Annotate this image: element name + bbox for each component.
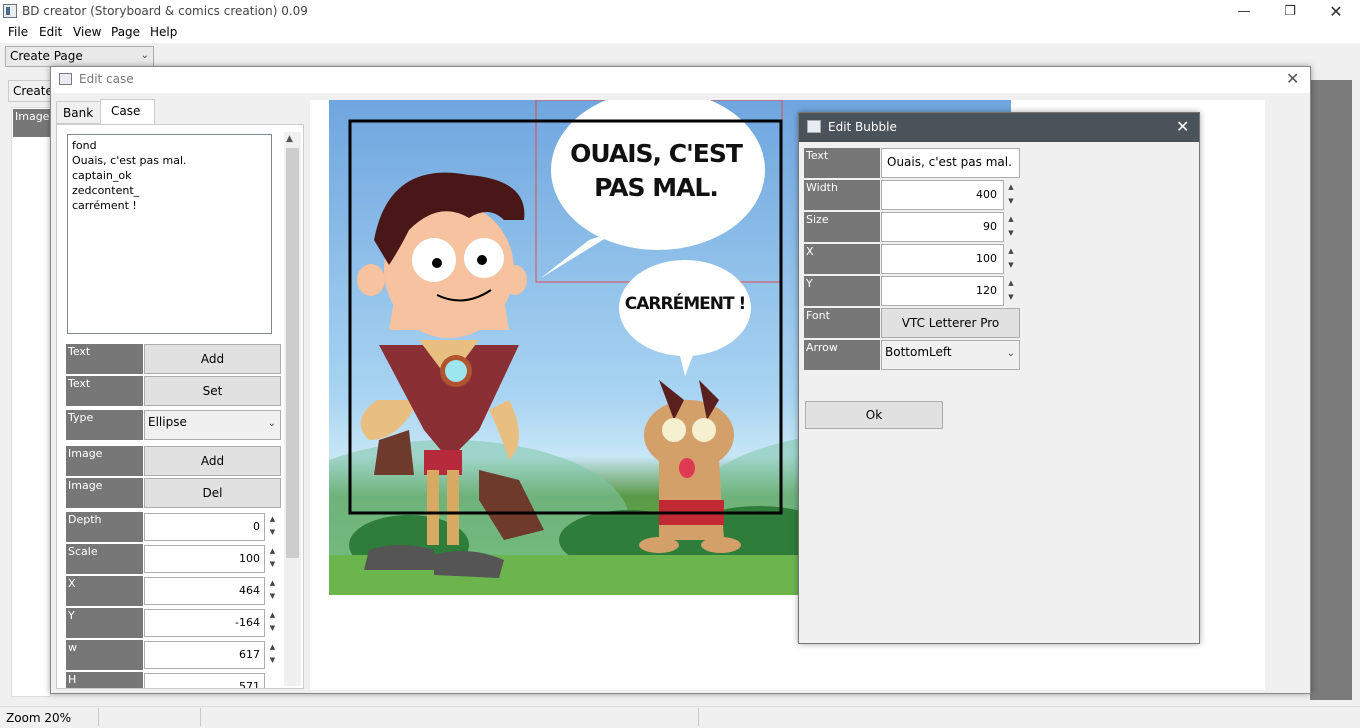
list-item[interactable]: fond [72, 138, 267, 153]
bubble-arrow-label: Arrow [804, 340, 880, 370]
menu-help[interactable]: Help [146, 25, 181, 39]
background-image-label: Image [13, 109, 51, 137]
spin-arrows-icon[interactable]: ▲ ▼ [1004, 212, 1018, 242]
bubble-width-spinbox[interactable]: 400 [881, 180, 1004, 210]
spin-arrows-icon[interactable]: ▲ ▼ [266, 609, 279, 637]
bubble-size-label: Size [804, 212, 880, 242]
minimize-icon[interactable]: — [1221, 0, 1267, 23]
status-separator [98, 708, 99, 726]
maximize-icon[interactable]: ❐ [1267, 0, 1313, 23]
scale-label: Scale [66, 544, 143, 574]
chevron-down-icon: ⌄ [140, 50, 149, 61]
close-icon[interactable]: ✕ [1313, 0, 1359, 23]
bubble-size-spinbox[interactable]: 90 [881, 212, 1004, 242]
bubble-y-label: Y [804, 276, 880, 306]
window-icon [59, 73, 72, 85]
menu-page[interactable]: Page [107, 25, 144, 39]
y-label: Y [66, 608, 143, 638]
bubble-1-line: OUAIS, C'EST [570, 139, 743, 168]
text-add-label: Text [66, 344, 143, 374]
bubble-text-input[interactable]: Ouais, c'est pas mal. [881, 148, 1020, 178]
bubble-x-label: X [804, 244, 880, 274]
delete-image-button[interactable]: Del [144, 478, 281, 508]
chevron-down-icon: ⌄ [267, 418, 276, 429]
list-item[interactable]: zedcontent_ [72, 183, 267, 198]
statusbar [0, 706, 1360, 728]
app-icon [3, 4, 17, 18]
background-right-area [1310, 80, 1352, 700]
chevron-down-icon: ⌄ [1006, 348, 1015, 359]
h-spinbox[interactable]: 571 [144, 673, 265, 688]
h-row: H 571 [66, 672, 281, 688]
bubble-text-label: Text [804, 148, 880, 178]
depth-label: Depth [66, 512, 143, 542]
image-del-label: Image [66, 478, 143, 508]
spin-arrows-icon[interactable]: ▲ ▼ [1004, 180, 1018, 210]
spin-arrows-icon[interactable]: ▲ ▼ [1004, 244, 1018, 274]
app-title: BD creator (Storyboard & comics creation… [22, 4, 308, 18]
w-label: w [66, 640, 143, 670]
tab-case[interactable]: Case [100, 99, 155, 125]
w-spinbox[interactable]: 617 [144, 641, 265, 669]
text-set-label: Text [66, 376, 143, 406]
x-label: X [66, 576, 143, 606]
tab-bank[interactable]: Bank [56, 101, 101, 124]
add-image-button[interactable]: Add [144, 446, 281, 476]
create-page-label: Create Page [10, 49, 83, 63]
add-text-button[interactable]: Add [144, 344, 281, 374]
list-item[interactable]: captain_ok [72, 168, 267, 183]
edit-case-titlebar [51, 67, 1310, 93]
arrow-select[interactable]: BottomLeft ⌄ [881, 340, 1020, 370]
text-list[interactable]: fond Ouais, c'est pas mal. captain_ok ze… [67, 134, 272, 334]
bubble-x-spinbox[interactable]: 100 [881, 244, 1004, 274]
zoom-status: Zoom 20% [6, 711, 72, 725]
status-separator [698, 708, 699, 726]
scroll-up-icon[interactable]: ▲ [286, 134, 293, 144]
list-item[interactable]: Ouais, c'est pas mal. [72, 153, 267, 168]
bubble-2-text[interactable]: CARRÉMENT ! [620, 294, 750, 314]
window-icon [807, 120, 821, 133]
spin-arrows-icon[interactable]: ▲ ▼ [266, 577, 279, 605]
list-item[interactable]: carrément ! [72, 198, 267, 213]
menubar [0, 23, 1360, 43]
background-tab-create[interactable]: Create [8, 80, 53, 102]
image-add-label: Image [66, 446, 143, 476]
bubble-y-spinbox[interactable]: 120 [881, 276, 1004, 306]
spin-arrows-icon[interactable]: ▲ ▼ [266, 513, 279, 541]
toolstrip [0, 43, 1360, 67]
close-icon[interactable]: ✕ [1176, 117, 1189, 136]
spin-arrows-icon[interactable]: ▲ ▼ [266, 641, 279, 669]
depth-spinbox[interactable]: 0 [144, 513, 265, 541]
type-select-value: Ellipse [148, 415, 187, 429]
set-text-button[interactable]: Set [144, 376, 281, 406]
type-label: Type [66, 410, 143, 440]
menu-file[interactable]: File [4, 25, 32, 39]
menu-view[interactable]: View [69, 25, 105, 39]
y-spinbox[interactable]: -164 [144, 609, 265, 637]
scrollbar-thumb[interactable] [286, 148, 299, 558]
create-page-dropdown[interactable]: Create Page ⌄ [5, 46, 154, 67]
status-separator [200, 708, 201, 726]
bubble-1-text[interactable]: OUAIS, C'EST PAS MAL. [552, 137, 760, 205]
close-icon[interactable]: ✕ [1286, 69, 1299, 88]
bubble-width-label: Width [804, 180, 880, 210]
type-select[interactable]: Ellipse ⌄ [144, 410, 281, 440]
spin-arrows-icon[interactable]: ▲ ▼ [266, 545, 279, 573]
spin-arrows-icon[interactable]: ▲ ▼ [1004, 276, 1018, 306]
edit-bubble-title: Edit Bubble [828, 120, 897, 134]
h-label: H [66, 672, 143, 688]
arrow-select-value: BottomLeft [885, 345, 952, 359]
scale-spinbox[interactable]: 100 [144, 545, 265, 573]
x-spinbox[interactable]: 464 [144, 577, 265, 605]
bubble-1-line: PAS MAL. [594, 173, 719, 202]
ok-button[interactable]: Ok [805, 401, 943, 429]
background-image-panel [11, 107, 51, 697]
edit-case-title: Edit case [79, 72, 134, 86]
font-button[interactable]: VTC Letterer Pro [881, 308, 1020, 338]
menu-edit[interactable]: Edit [35, 25, 66, 39]
bubble-font-label: Font [804, 308, 880, 338]
